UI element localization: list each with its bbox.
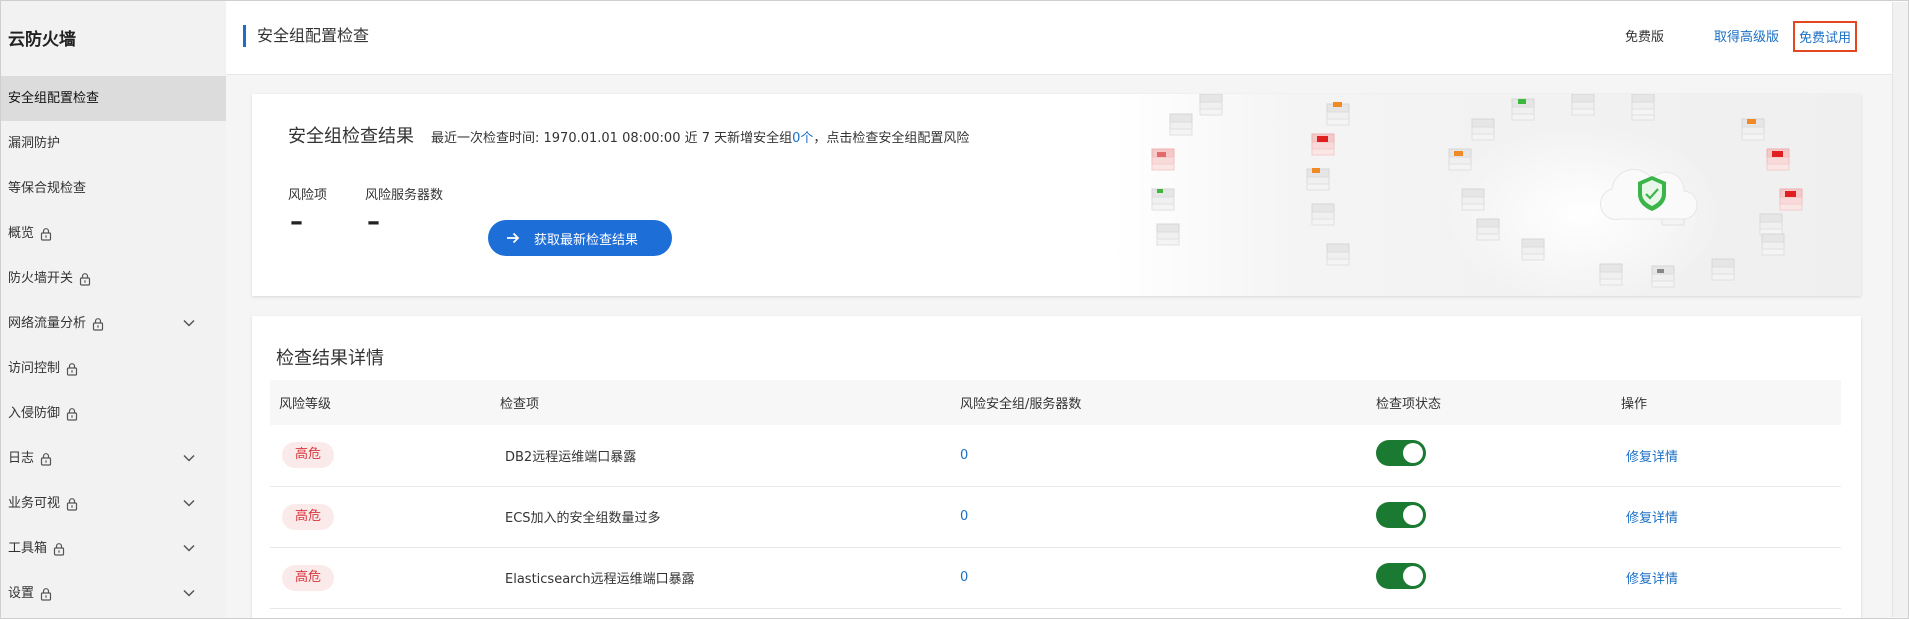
lock-icon bbox=[66, 497, 78, 511]
app-window: 云防火墙 安全组配置检查 漏洞防护 等保合规检查 概览 防火墙开关 网络流量分析 bbox=[0, 0, 1909, 619]
sidebar-item-vulnerability-protection[interactable]: 漏洞防护 bbox=[1, 121, 226, 166]
risk-items-value: – bbox=[290, 207, 303, 237]
get-latest-results-button[interactable]: 获取最新检查结果 bbox=[488, 220, 672, 256]
table-header-row: 风险等级 检查项 风险安全组/服务器数 检查项状态 操作 bbox=[270, 380, 1841, 425]
summary-card: 安全组检查结果 最近一次检查时间: 1970.01.01 08:00:00 近 … bbox=[252, 94, 1861, 296]
sidebar-item-label: 入侵防御 bbox=[8, 406, 61, 421]
sidebar-item-label: 安全组配置检查 bbox=[8, 91, 100, 106]
risk-servers-label: 风险服务器数 bbox=[365, 188, 444, 203]
get-advanced-link[interactable]: 取得高级版 bbox=[1714, 26, 1779, 45]
free-edition-label: 免费版 bbox=[1625, 30, 1665, 45]
check-item-name: DB2远程运维端口暴露 bbox=[505, 449, 637, 465]
lock-icon bbox=[79, 272, 91, 286]
sidebar-item-traffic-analysis[interactable]: 网络流量分析 bbox=[1, 301, 226, 346]
risk-badge: 高危 bbox=[282, 503, 334, 530]
chevron-down-icon[interactable] bbox=[182, 496, 196, 510]
table-row: 高危 Elasticsearch远程运维端口暴露 0 修复详情 bbox=[270, 547, 1841, 608]
lock-icon bbox=[40, 452, 52, 466]
sidebar-item-label: 概览 bbox=[8, 226, 35, 241]
chevron-down-icon[interactable] bbox=[182, 451, 196, 465]
chevron-down-icon[interactable] bbox=[182, 316, 196, 330]
app-brand: 云防火墙 bbox=[8, 30, 76, 50]
sidebar-item-business-visibility[interactable]: 业务可视 bbox=[1, 481, 226, 526]
check-item-name: Elasticsearch远程运维端口暴露 bbox=[505, 572, 695, 587]
check-hint-text: ，点击检查安全组配置风险 bbox=[813, 131, 970, 146]
sidebar: 云防火墙 安全组配置检查 漏洞防护 等保合规检查 概览 防火墙开关 网络流量分析 bbox=[1, 1, 226, 618]
fix-details-link[interactable]: 修复详情 bbox=[1621, 572, 1678, 587]
new-groups-count[interactable]: 0个 bbox=[792, 131, 813, 146]
column-header-count: 风险安全组/服务器数 bbox=[960, 397, 1082, 412]
sidebar-item-label: 访问控制 bbox=[8, 361, 61, 376]
lock-icon bbox=[66, 407, 78, 421]
fix-details-link[interactable]: 修复详情 bbox=[1621, 450, 1678, 465]
column-header-action: 操作 bbox=[1621, 397, 1648, 412]
sidebar-item-label: 网络流量分析 bbox=[8, 316, 87, 331]
risk-count-link[interactable]: 0 bbox=[960, 509, 968, 524]
check-status-toggle[interactable] bbox=[1376, 440, 1426, 467]
sidebar-nav: 安全组配置检查 漏洞防护 等保合规检查 概览 防火墙开关 网络流量分析 访问控制… bbox=[1, 76, 226, 616]
page-header: 安全组配置检查 免费版 取得高级版 免费试用 bbox=[226, 1, 1908, 75]
column-header-item: 检查项 bbox=[500, 397, 540, 412]
details-card: 检查结果详情 风险等级 检查项 风险安全组/服务器数 检查项状态 操作 高危 D… bbox=[252, 316, 1861, 618]
sidebar-item-overview[interactable]: 概览 bbox=[1, 211, 226, 256]
sidebar-item-label: 工具箱 bbox=[8, 541, 48, 556]
summary-title: 安全组检查结果 bbox=[288, 126, 414, 147]
page-scrollbar[interactable] bbox=[1892, 2, 1908, 617]
lock-icon bbox=[66, 362, 78, 376]
risk-items-label: 风险项 bbox=[288, 188, 328, 203]
sidebar-item-label: 业务可视 bbox=[8, 496, 61, 511]
sidebar-item-label: 防火墙开关 bbox=[8, 271, 74, 286]
risk-badge: 高危 bbox=[282, 564, 334, 591]
chevron-down-icon[interactable] bbox=[182, 586, 196, 600]
chevron-down-icon[interactable] bbox=[182, 541, 196, 555]
page-title: 安全组配置检查 bbox=[243, 25, 369, 47]
sidebar-item-firewall-switch[interactable]: 防火墙开关 bbox=[1, 256, 226, 301]
sidebar-item-label: 日志 bbox=[8, 451, 35, 466]
lock-icon bbox=[40, 587, 52, 601]
sidebar-item-compliance-check[interactable]: 等保合规检查 bbox=[1, 166, 226, 211]
sidebar-item-toolbox[interactable]: 工具箱 bbox=[1, 526, 226, 571]
risk-servers-value: – bbox=[367, 207, 380, 237]
risk-badge: 高危 bbox=[282, 442, 334, 469]
last-check-text: 最近一次检查时间: 1970.01.01 08:00:00 近 7 天新增安全组 bbox=[431, 131, 793, 146]
sidebar-item-security-group-check[interactable]: 安全组配置检查 bbox=[1, 76, 226, 121]
lock-icon bbox=[53, 542, 65, 556]
check-status-toggle[interactable] bbox=[1376, 501, 1426, 528]
table-row: 高危 DB2远程运维端口暴露 0 修复详情 bbox=[270, 425, 1841, 486]
get-latest-results-label: 获取最新检查结果 bbox=[534, 232, 639, 248]
sidebar-item-label: 设置 bbox=[8, 586, 35, 601]
check-status-toggle[interactable] bbox=[1376, 562, 1426, 589]
sidebar-item-label: 等保合规检查 bbox=[8, 181, 87, 196]
details-title: 检查结果详情 bbox=[276, 348, 384, 369]
column-header-risk: 风险等级 bbox=[279, 397, 332, 412]
free-trial-link[interactable]: 免费试用 bbox=[1793, 21, 1858, 52]
main-content: 安全组检查结果 最近一次检查时间: 1970.01.01 08:00:00 近 … bbox=[226, 75, 1908, 618]
sidebar-item-intrusion-prevention[interactable]: 入侵防御 bbox=[1, 391, 226, 436]
results-table: 风险等级 检查项 风险安全组/服务器数 检查项状态 操作 高危 DB2远程运维端… bbox=[270, 380, 1841, 609]
column-header-status: 检查项状态 bbox=[1376, 397, 1442, 412]
sidebar-item-logs[interactable]: 日志 bbox=[1, 436, 226, 481]
server-network-illustration bbox=[1112, 94, 1861, 296]
check-item-name: ECS加入的安全组数量过多 bbox=[505, 511, 661, 526]
summary-meta: 最近一次检查时间: 1970.01.01 08:00:00 近 7 天新增安全组… bbox=[431, 127, 969, 146]
risk-count-link[interactable]: 0 bbox=[960, 570, 968, 585]
sidebar-item-label: 漏洞防护 bbox=[8, 136, 61, 151]
lock-icon bbox=[40, 227, 52, 241]
sidebar-item-access-control[interactable]: 访问控制 bbox=[1, 346, 226, 391]
fix-details-link[interactable]: 修复详情 bbox=[1621, 511, 1678, 526]
table-row: 高危 ECS加入的安全组数量过多 0 修复详情 bbox=[270, 486, 1841, 547]
sidebar-item-settings[interactable]: 设置 bbox=[1, 571, 226, 616]
risk-count-link[interactable]: 0 bbox=[960, 448, 968, 463]
arrow-right-icon bbox=[507, 232, 520, 244]
lock-icon bbox=[92, 317, 104, 331]
